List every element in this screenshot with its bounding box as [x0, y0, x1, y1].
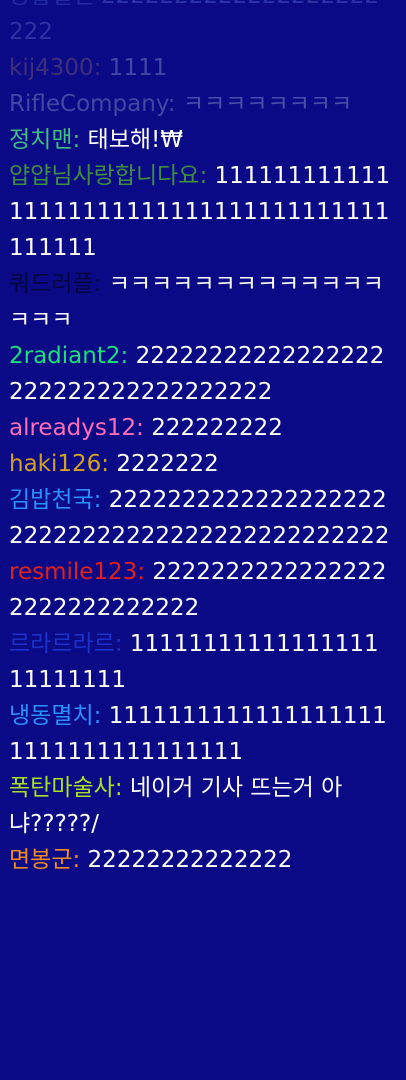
- chat-message-text: ㅋㅋㅋㅋㅋㅋㅋㅋ: [182, 91, 353, 117]
- chat-username[interactable]: 김밥천국: [9, 487, 94, 513]
- chat-message: resmile123: 2222222222222222222222222222…: [9, 554, 392, 626]
- chat-message: 광합열센 2222222222222222222222: [9, 0, 392, 50]
- chat-username[interactable]: alreadys12: [9, 415, 136, 441]
- chat-username[interactable]: 정치맨: [9, 127, 72, 153]
- chat-message: haki126: 2222222: [9, 446, 392, 482]
- chat-separator: :: [114, 631, 123, 657]
- chat-username[interactable]: 르라르라르: [9, 631, 115, 657]
- chat-username[interactable]: RifleCompany: [9, 91, 168, 117]
- chat-message-text: 태보해!₩: [87, 127, 183, 153]
- chat-message-text: 222222222: [151, 415, 283, 441]
- chat-separator: :: [199, 163, 208, 189]
- chat-message: 냉동멸치: 1111111111111111111111111111111111…: [9, 698, 392, 770]
- chat-message: 정치맨: 태보해!₩: [9, 122, 392, 158]
- chat-message: 2radiant2: 22222222222222222222222222222…: [9, 338, 392, 410]
- chat-feed[interactable]: 광합열센 2222222222222222222222kij4300: 1111…: [0, 0, 406, 1080]
- chat-message: 얍얍님사랑합니다요: 11111111111111111111111111111…: [9, 158, 392, 266]
- chat-message: RifleCompany: ㅋㅋㅋㅋㅋㅋㅋㅋ: [9, 86, 392, 122]
- chat-separator: :: [93, 703, 102, 729]
- chat-message-list: 광합열센 2222222222222222222222kij4300: 1111…: [9, 0, 392, 878]
- chat-separator: :: [167, 91, 176, 117]
- chat-username[interactable]: 쿼드러플: [9, 271, 94, 297]
- chat-message: 폭탄마술사: 네이거 기사 뜨는거 아냐?????/: [9, 770, 392, 842]
- chat-separator: :: [93, 487, 102, 513]
- chat-separator: :: [72, 847, 81, 873]
- chat-separator: :: [136, 415, 144, 441]
- chat-message: kij4300: 1111: [9, 50, 392, 86]
- chat-username[interactable]: haki126: [9, 451, 101, 477]
- chat-username[interactable]: 면봉군: [9, 847, 72, 873]
- chat-message-text: 22222222222222: [87, 847, 293, 873]
- chat-username[interactable]: 얍얍님사랑합니다요: [9, 163, 199, 189]
- chat-username[interactable]: resmile123: [9, 559, 137, 585]
- chat-message: 면봉군: 22222222222222: [9, 842, 392, 878]
- chat-message: 김밥천국: 2222222222222222222222222222222222…: [9, 482, 392, 554]
- chat-separator: :: [101, 451, 110, 477]
- chat-separator: :: [72, 127, 81, 153]
- chat-message-text: 1111: [108, 55, 168, 81]
- chat-message: alreadys12: 222222222: [9, 410, 392, 446]
- chat-username[interactable]: 광합열센: [9, 0, 94, 9]
- chat-separator: :: [137, 559, 146, 585]
- chat-username[interactable]: kij4300: [9, 55, 94, 81]
- chat-message-text: 2222222: [116, 451, 219, 477]
- chat-username[interactable]: 2radiant2: [9, 343, 121, 369]
- chat-username[interactable]: 폭탄마술사: [9, 775, 115, 801]
- chat-separator: :: [114, 775, 123, 801]
- chat-message: 쿼드러플: ㅋㅋㅋㅋㅋㅋㅋㅋㅋㅋㅋㅋㅋㅋㅋㅋ: [9, 266, 392, 338]
- chat-separator: :: [120, 343, 129, 369]
- chat-message: 르라르라르: 1111111111111111111111111: [9, 626, 392, 698]
- chat-username[interactable]: 냉동멸치: [9, 703, 94, 729]
- chat-separator: :: [93, 271, 102, 297]
- chat-separator: :: [93, 55, 102, 81]
